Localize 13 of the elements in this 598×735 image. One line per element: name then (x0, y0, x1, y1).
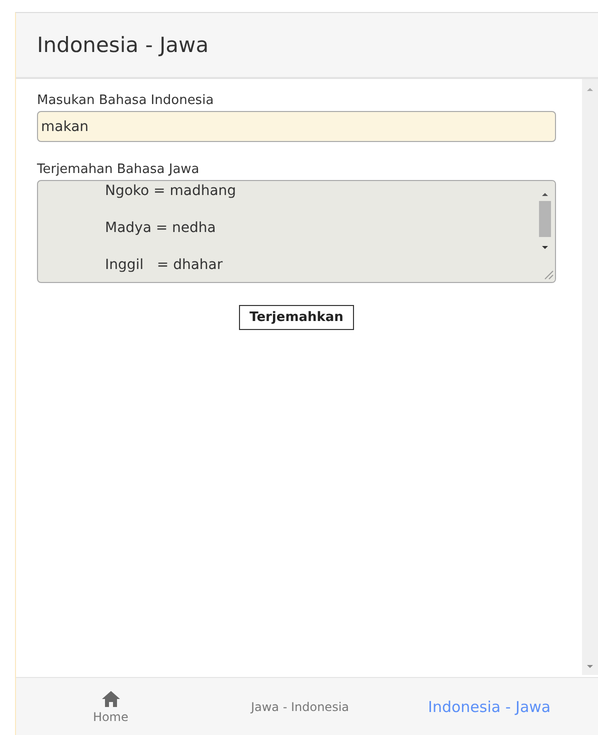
translation-line: Inggil = dhahar (105, 257, 224, 273)
home-tab[interactable]: Home (84, 686, 136, 728)
input-field[interactable]: makan (37, 111, 556, 142)
field-label: Terjemahan Bahasa Jawa (37, 162, 200, 177)
scrollbar-drawing[interactable] (582, 79, 598, 675)
tab[interactable]: Jawa - Indonesia (242, 696, 358, 718)
translation-line: Ngoko = madhang (105, 183, 238, 199)
field-label: Masukan Bahasa Indonesia (37, 93, 215, 108)
screen-title: Indonesia - Jawa (16, 13, 598, 79)
home-icon (100, 690, 121, 708)
translation-line: Madya = nedha (105, 220, 217, 236)
translation-box[interactable]: Ngoko = madhang Madya = nedha Inggil = dhahar (37, 180, 556, 283)
translate-button[interactable]: Terjemahkan (238, 305, 354, 330)
